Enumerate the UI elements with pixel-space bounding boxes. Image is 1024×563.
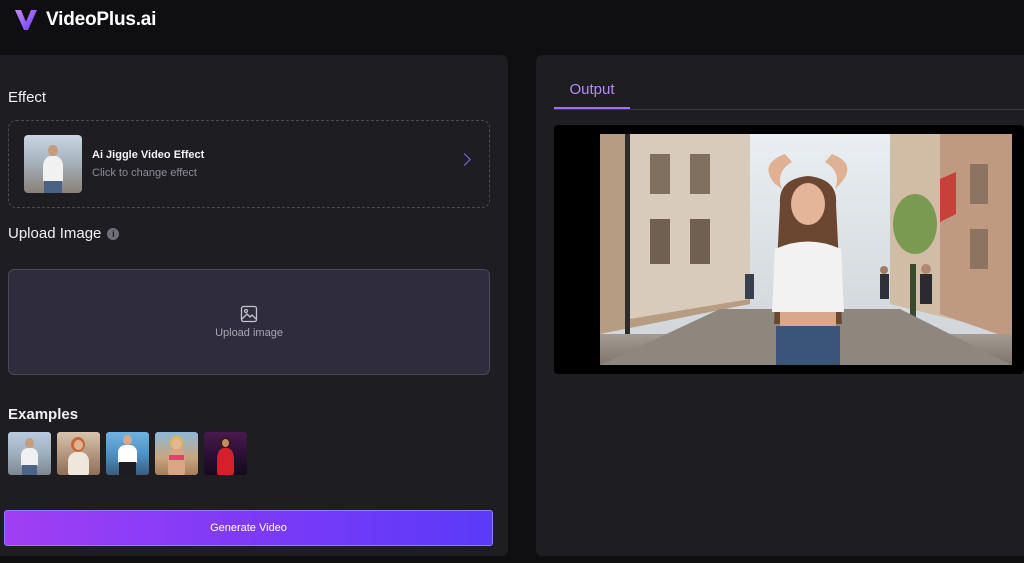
- brand-name[interactable]: VideoPlus.ai: [46, 9, 156, 31]
- upload-title-text: Upload Image: [8, 225, 102, 242]
- left-panel: Effect Ai Jiggle Video Effect Click to c…: [0, 55, 508, 556]
- output-preview-image: [600, 134, 1012, 365]
- example-thumbnail-3[interactable]: [106, 432, 149, 475]
- example-thumbnail-1[interactable]: [8, 432, 51, 475]
- upload-image-dropzone[interactable]: Upload image: [8, 269, 490, 375]
- effect-name: Ai Jiggle Video Effect: [92, 149, 205, 161]
- chevron-right-icon[interactable]: [458, 153, 471, 166]
- effect-selector-card[interactable]: Ai Jiggle Video Effect Click to change e…: [8, 120, 490, 208]
- logo-icon[interactable]: [14, 9, 38, 31]
- tab-output[interactable]: Output: [554, 81, 630, 109]
- image-icon: [240, 305, 258, 323]
- examples-section-title: Examples: [8, 406, 79, 423]
- example-thumbnail-5[interactable]: [204, 432, 247, 475]
- examples-row: [8, 432, 247, 475]
- top-bar: VideoPlus.ai: [0, 0, 1024, 40]
- upload-section-title: Upload Image i: [8, 225, 120, 242]
- right-panel: Output: [536, 55, 1024, 556]
- example-thumbnail-4[interactable]: [155, 432, 198, 475]
- info-icon[interactable]: i: [107, 227, 120, 240]
- example-thumbnail-2[interactable]: [57, 432, 100, 475]
- effect-thumbnail: [24, 135, 82, 193]
- effect-change-hint: Click to change effect: [92, 167, 197, 179]
- generate-video-button[interactable]: Generate Video: [4, 510, 493, 546]
- upload-image-label: Upload image: [215, 327, 283, 339]
- output-preview[interactable]: [554, 125, 1024, 374]
- effect-section-title: Effect: [8, 89, 47, 106]
- tab-divider: [554, 109, 1024, 110]
